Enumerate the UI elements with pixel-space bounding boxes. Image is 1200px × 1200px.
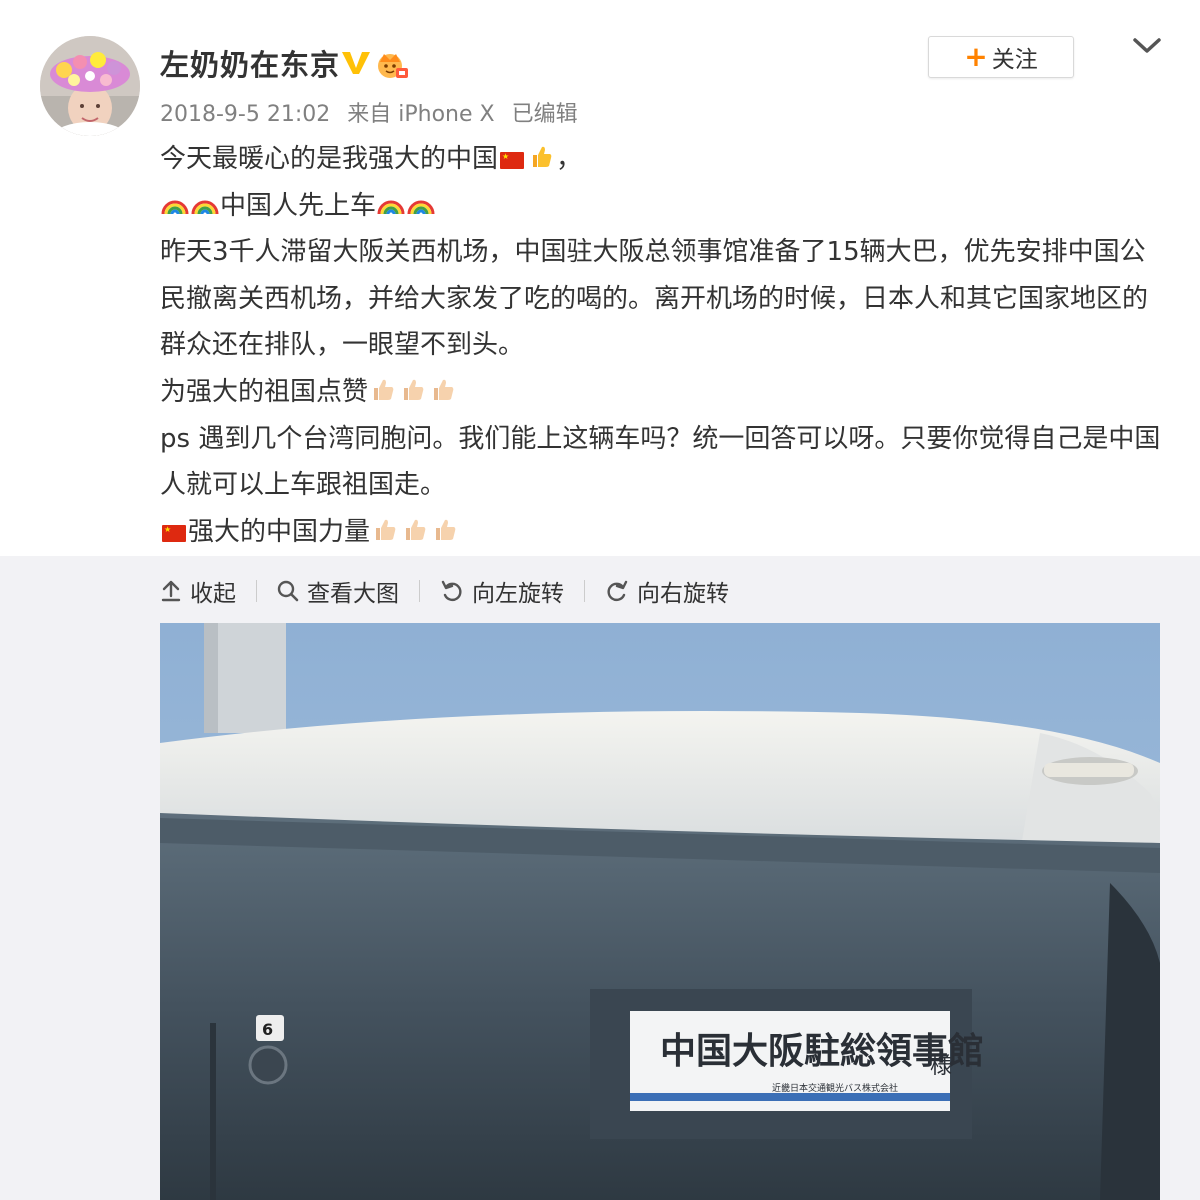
thumbs-up-icon [374,379,394,400]
rotate-right-label: 向右旋转 [637,581,729,607]
rainbow-icon [377,200,405,214]
china-flag-icon [500,152,525,169]
post-line-1: 今天最暖心的是我强大的中国 ， [160,136,1170,183]
bus-photo-image: 中国大阪駐総領事館 様 近畿日本交通観光バス株式会社 6 [160,623,1160,1200]
avatar[interactable] [40,36,140,136]
rotate-left-label: 向左旋转 [472,581,564,607]
collapse-icon [161,580,181,602]
rainbow-icon [191,200,219,214]
post-photo[interactable]: 中国大阪駐総領事館 様 近畿日本交通観光バス株式会社 6 [160,623,1160,1200]
china-flag-icon [162,524,186,542]
toolbar-divider [419,580,420,602]
thumbs-up-icon [404,379,424,400]
plus-icon: + [964,40,988,73]
thumbs-up-icon [533,146,552,167]
rotate-left-icon [441,580,462,602]
post-line-3: 昨天3千人滞留大阪关西机场，中国驻大阪总领事馆准备了15辆大巴，优先安排中国公民… [160,237,1149,361]
bus-sign-suffix: 様 [930,1054,952,1079]
toolbar-divider [584,580,585,602]
edited-label[interactable]: 已编辑 [512,102,578,127]
post-line-1-text: 今天最暖心的是我强大的中国 [160,144,499,174]
collapse-button[interactable]: 收起 [160,574,236,608]
collapse-label: 收起 [190,581,236,607]
vip-crown-icon[interactable] [374,48,410,80]
rotate-right-icon [607,580,628,602]
post-line-5: ps 遇到几个台湾同胞问。我们能上这辆车吗？统一回答可以呀。只要你觉得自己是中国… [160,423,1161,501]
post-meta: 2018-9-5 21:02 来自 iPhone X 已编辑 [160,96,588,128]
avatar-image [40,36,140,136]
username[interactable]: 左奶奶在东京 [160,42,340,84]
chevron-down-icon[interactable] [1130,34,1164,58]
post-time[interactable]: 2018-9-5 21:02 [160,102,330,127]
post-line-6: 强大的中国力量 [160,509,1170,556]
rotate-left-button[interactable]: 向左旋转 [440,574,564,608]
post-line-4-text: 为强大的祖国点赞 [160,376,369,407]
rainbow-icon [161,200,189,214]
rainbow-icon [407,200,435,214]
thumbs-up-icon [376,519,396,540]
post-line-1-comma: ， [556,144,583,174]
toolbar-divider [256,580,257,602]
verified-v-icon [342,52,370,74]
media-toolbar: 收起 查看大图 向左旋转 向右旋转 [160,574,729,608]
thumbs-up-icon [406,519,426,540]
post-source[interactable]: 来自 iPhone X [347,102,494,127]
search-icon [277,580,299,602]
follow-label: 关注 [991,47,1038,73]
view-large-button[interactable]: 查看大图 [277,574,399,608]
thumbs-up-icon [436,519,456,540]
post-line-6-text: 强大的中国力量 [188,516,371,547]
post-line-2-text: 中国人先上车 [220,190,377,221]
post-line-2: 中国人先上车 [160,183,1170,230]
post-line-4: 为强大的祖国点赞 [160,369,1170,416]
bus-sign-small: 近畿日本交通観光バス株式会社 [772,1082,898,1094]
thumbs-up-icon [434,379,454,400]
rotate-right-button[interactable]: 向右旋转 [605,574,729,608]
view-large-label: 查看大图 [307,581,399,607]
number-sticker: 6 [262,1020,273,1039]
post-content: 今天最暖心的是我强大的中国 ， 中国人先上车 昨天3千人滞留大阪关西机场，中国驻大… [160,136,1170,555]
follow-button[interactable]: + 关注 [928,36,1074,78]
